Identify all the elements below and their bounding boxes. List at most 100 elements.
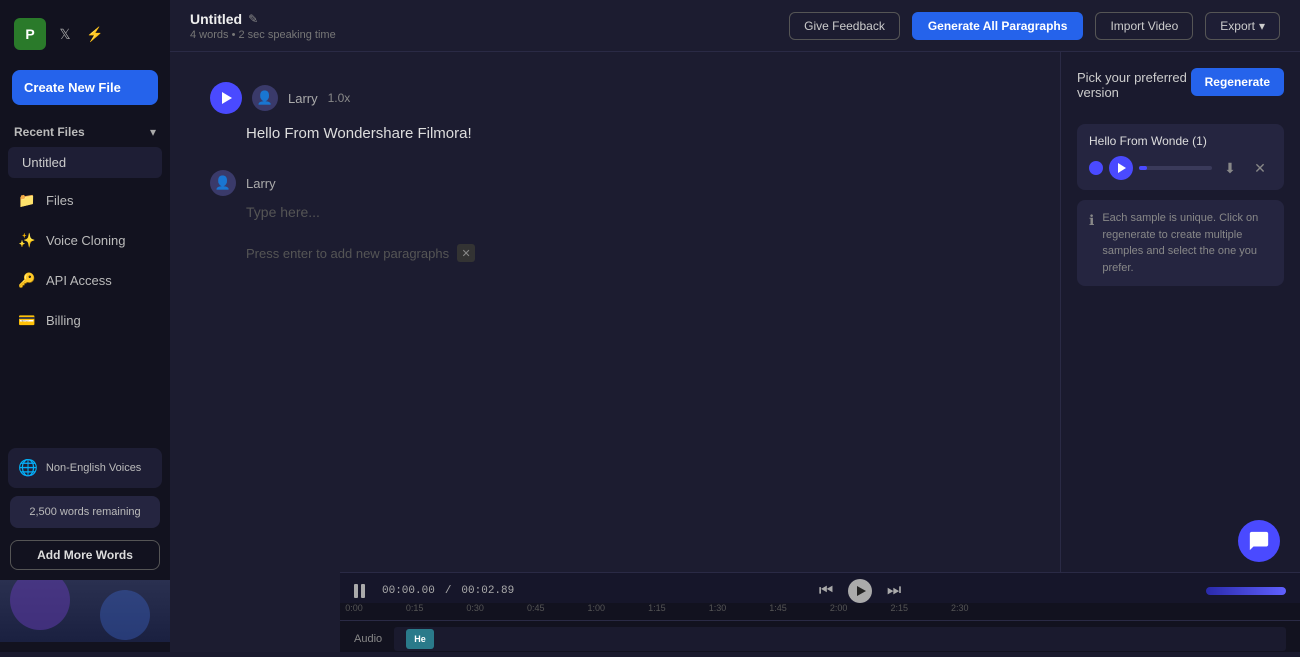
info-icon: ℹ (1089, 212, 1094, 229)
words-remaining-box: 2,500 words remaining (10, 496, 160, 528)
timeline-controls: 00:00.00 / 00:02.89 ⏮ ⏭ (340, 573, 1300, 603)
ruler-mark-15: 0:15 (406, 603, 424, 613)
recent-files-label: Recent Files (14, 125, 85, 139)
voice-speed-1: 1.0x (328, 91, 351, 105)
logo-area: P 𝕏 ⚡ (0, 0, 170, 62)
ruler-mark-30: 0:30 (466, 603, 484, 613)
ruler-mark-45: 0:45 (527, 603, 545, 613)
timeline-prev-button[interactable]: ⏮ (814, 579, 838, 603)
file-title: Untitled (190, 11, 242, 27)
recent-files-header[interactable]: Recent Files ▾ (0, 119, 170, 145)
add-words-button[interactable]: Add More Words (10, 540, 160, 570)
non-english-icon: 🌐 (18, 458, 38, 478)
voice-name-1[interactable]: Larry (288, 91, 318, 106)
sidebar-item-voice-cloning[interactable]: ✨ Voice Cloning (4, 222, 166, 258)
api-access-icon: 🔑 (18, 271, 36, 289)
timeline-time-separator: / (445, 585, 452, 597)
voice-avatar-larry-1: 👤 (252, 85, 278, 111)
version-player: ⬇ ✕ (1089, 156, 1272, 180)
paragraph-1-text[interactable]: Hello From Wondershare Filmora! (246, 122, 1020, 146)
track-content-audio[interactable]: He (394, 627, 1286, 651)
billing-icon: 💳 (18, 311, 36, 329)
play-circle (210, 82, 242, 114)
timeline-pause-icon (354, 582, 372, 600)
sidebar: P 𝕏 ⚡ Create New File Recent Files ▾ Unt… (0, 0, 170, 652)
thumbnail-area (0, 580, 170, 642)
sidebar-item-billing[interactable]: 💳 Billing (4, 302, 166, 338)
voice-avatar-larry-2: 👤 (210, 170, 236, 196)
non-english-label: Non-English Voices (46, 462, 141, 474)
thumbnail-gradient (0, 580, 170, 642)
non-english-voices-box[interactable]: 🌐 Non-English Voices (8, 448, 162, 488)
timeline-area: 00:00.00 / 00:02.89 ⏮ ⏭ 0:00 0:15 0:30 0… (340, 572, 1300, 652)
file-meta: 4 words • 2 sec speaking time (190, 29, 336, 41)
version-item-1: Hello From Wonde (1) ⬇ ✕ (1077, 124, 1284, 190)
timeline-time-total: 00:02.89 (461, 585, 514, 597)
version-panel: Pick your preferred version Regenerate H… (1060, 52, 1300, 652)
files-icon: 📁 (18, 191, 36, 209)
ruler-mark-130: 1:30 (709, 603, 727, 613)
thumb-blob2 (100, 590, 150, 640)
version-panel-title: Pick your preferred version (1077, 70, 1191, 100)
chat-icon (1248, 530, 1270, 552)
sidebar-item-files[interactable]: 📁 Files (4, 182, 166, 218)
words-remaining-text: 2,500 words remaining (29, 506, 140, 518)
api-access-label: API Access (46, 273, 112, 288)
recent-files-chevron: ▾ (150, 125, 156, 139)
version-action-buttons: ⬇ ✕ (1218, 156, 1272, 180)
export-chevron-icon: ▾ (1259, 19, 1265, 33)
export-label: Export (1220, 19, 1255, 33)
version-download-button[interactable]: ⬇ (1218, 156, 1242, 180)
file-title-area: Untitled ✎ 4 words • 2 sec speaking time (190, 11, 336, 41)
track-label-audio: Audio (354, 633, 394, 645)
audio-clip-he[interactable]: He (406, 629, 434, 649)
version-radio-selected[interactable] (1089, 161, 1103, 175)
ruler-mark-100: 1:00 (588, 603, 606, 613)
paragraph-1-header: 👤 Larry 1.0x (210, 82, 1020, 114)
version-progress-bar[interactable] (1139, 166, 1212, 170)
give-feedback-button[interactable]: Give Feedback (789, 12, 900, 40)
main-content: Untitled ✎ 4 words • 2 sec speaking time… (170, 0, 1300, 652)
generate-all-button[interactable]: Generate All Paragraphs (912, 12, 1084, 40)
paragraph-2-header: 👤 Larry (210, 170, 1020, 196)
timeline-play-button[interactable] (848, 579, 872, 603)
text-editor[interactable]: 👤 Larry 1.0x Hello From Wondershare Film… (170, 52, 1060, 652)
ruler-mark-145: 1:45 (769, 603, 787, 613)
type-here-placeholder[interactable]: Type here... (246, 204, 1020, 220)
close-hint-button[interactable]: ✕ (457, 244, 475, 262)
press-enter-text: Press enter to add new paragraphs (246, 246, 449, 261)
file-edit-icon[interactable]: ✎ (248, 12, 258, 26)
discord-icon[interactable]: ⚡ (84, 23, 106, 45)
file-title-block: Untitled ✎ 4 words • 2 sec speaking time (190, 11, 336, 41)
timeline-next-button[interactable]: ⏭ (882, 579, 906, 603)
timeline-play-triangle (857, 586, 866, 596)
voice-name-2[interactable]: Larry (246, 176, 276, 191)
chat-bubble-button[interactable] (1238, 520, 1280, 562)
voice-cloning-icon: ✨ (18, 231, 36, 249)
paragraph-1-play-button[interactable] (210, 82, 242, 114)
version-progress-fill (1139, 166, 1147, 170)
twitter-icon[interactable]: 𝕏 (54, 23, 76, 45)
voice-cloning-label: Voice Cloning (46, 233, 126, 248)
ruler-marks: 0:00 0:15 0:30 0:45 1:00 1:15 1:30 1:45 … (354, 603, 1286, 621)
ruler-mark-215: 2:15 (890, 603, 908, 613)
header-right: Give Feedback Generate All Paragraphs Im… (789, 12, 1280, 40)
version-close-button[interactable]: ✕ (1248, 156, 1272, 180)
version-item-title: Hello From Wonde (1) (1089, 134, 1272, 148)
social-icons: 𝕏 ⚡ (54, 23, 106, 45)
export-button[interactable]: Export ▾ (1205, 12, 1280, 40)
press-enter-hint: Press enter to add new paragraphs ✕ (246, 244, 984, 262)
ruler-mark-230: 2:30 (951, 603, 969, 613)
create-new-button[interactable]: Create New File (12, 70, 158, 105)
play-triangle-icon (222, 92, 232, 104)
sidebar-item-api-access[interactable]: 🔑 API Access (4, 262, 166, 298)
regenerate-button[interactable]: Regenerate (1191, 68, 1284, 96)
import-video-button[interactable]: Import Video (1095, 12, 1193, 40)
top-header: Untitled ✎ 4 words • 2 sec speaking time… (170, 0, 1300, 52)
paragraph-1: 👤 Larry 1.0x Hello From Wondershare Film… (210, 82, 1020, 146)
app-logo: P (14, 18, 46, 50)
version-play-button[interactable] (1109, 156, 1133, 180)
recent-file-untitled[interactable]: Untitled (8, 147, 162, 178)
version-panel-header: Pick your preferred version Regenerate (1077, 68, 1284, 112)
files-label: Files (46, 193, 73, 208)
